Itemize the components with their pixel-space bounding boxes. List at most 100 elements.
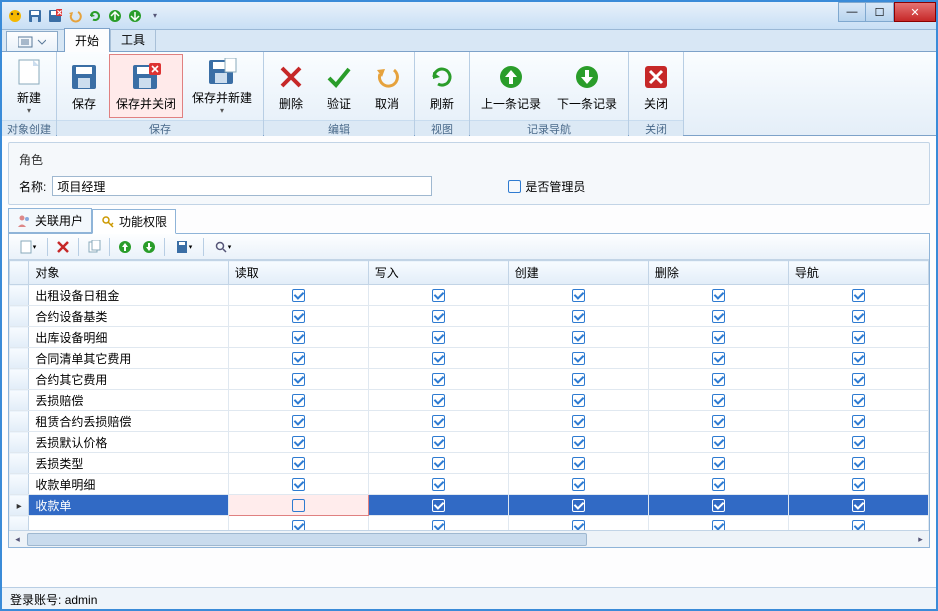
checkbox[interactable]	[852, 394, 865, 407]
checkbox-cell[interactable]	[788, 390, 928, 411]
checkbox-cell[interactable]	[368, 432, 508, 453]
table-row[interactable]: 合约其它费用	[10, 369, 929, 390]
checkbox[interactable]	[292, 457, 305, 470]
delete-button[interactable]: 删除	[268, 54, 314, 118]
checkbox[interactable]	[852, 478, 865, 491]
checkbox-cell[interactable]	[648, 327, 788, 348]
table-row[interactable]: 丢损赔偿	[10, 390, 929, 411]
checkbox-cell[interactable]	[228, 327, 368, 348]
checkbox-cell[interactable]	[648, 369, 788, 390]
table-row[interactable]: 收款单明细	[10, 474, 929, 495]
save-button[interactable]: 保存	[61, 54, 107, 118]
checkbox-cell[interactable]	[508, 390, 648, 411]
checkbox-cell[interactable]	[788, 369, 928, 390]
checkbox[interactable]	[432, 331, 445, 344]
checkbox-cell[interactable]	[508, 474, 648, 495]
checkbox[interactable]	[712, 436, 725, 449]
checkbox-cell[interactable]	[368, 474, 508, 495]
close-button[interactable]: 关闭	[633, 54, 679, 118]
checkbox-cell[interactable]	[788, 411, 928, 432]
window-close-button[interactable]: ✕	[894, 2, 936, 22]
row-selector[interactable]	[10, 495, 29, 516]
checkbox[interactable]	[432, 289, 445, 302]
checkbox[interactable]	[572, 373, 585, 386]
table-row[interactable]: 合同清单其它费用	[10, 348, 929, 369]
table-row[interactable]: 租赁合约丢损赔偿	[10, 411, 929, 432]
checkbox-cell[interactable]	[228, 453, 368, 474]
checkbox-cell[interactable]	[368, 306, 508, 327]
checkbox-cell[interactable]	[228, 369, 368, 390]
row-selector[interactable]	[10, 285, 29, 306]
checkbox-cell[interactable]	[788, 285, 928, 306]
refresh-button[interactable]: 刷新	[419, 54, 465, 118]
checkbox-cell[interactable]	[368, 285, 508, 306]
validate-button[interactable]: 验证	[316, 54, 362, 118]
checkbox-cell[interactable]	[648, 411, 788, 432]
checkbox-cell[interactable]	[368, 495, 508, 516]
checkbox-cell[interactable]	[788, 453, 928, 474]
checkbox[interactable]	[852, 289, 865, 302]
checkbox[interactable]	[572, 436, 585, 449]
checkbox-cell[interactable]	[648, 285, 788, 306]
checkbox[interactable]	[712, 310, 725, 323]
qat-save-icon[interactable]	[26, 7, 44, 25]
toolbar-search-button[interactable]: ▾	[208, 237, 238, 257]
checkbox-cell[interactable]	[788, 327, 928, 348]
checkbox-cell[interactable]	[228, 474, 368, 495]
row-selector[interactable]	[10, 474, 29, 495]
checkbox[interactable]	[432, 457, 445, 470]
checkbox[interactable]	[712, 457, 725, 470]
checkbox[interactable]	[852, 310, 865, 323]
checkbox[interactable]	[292, 394, 305, 407]
checkbox[interactable]	[432, 310, 445, 323]
checkbox[interactable]	[292, 331, 305, 344]
checkbox-cell[interactable]	[508, 348, 648, 369]
qat-next-icon[interactable]	[126, 7, 144, 25]
save-new-button[interactable]: 保存并新建 ▾	[185, 54, 259, 118]
row-selector[interactable]	[10, 348, 29, 369]
row-selector[interactable]	[10, 369, 29, 390]
checkbox[interactable]	[432, 478, 445, 491]
column-header[interactable]: 导航	[788, 261, 928, 285]
qat-undo-icon[interactable]	[66, 7, 84, 25]
checkbox-cell[interactable]	[228, 306, 368, 327]
checkbox-cell[interactable]	[788, 495, 928, 516]
checkbox-cell[interactable]	[648, 432, 788, 453]
checkbox[interactable]	[292, 310, 305, 323]
checkbox[interactable]	[852, 331, 865, 344]
checkbox[interactable]	[852, 352, 865, 365]
checkbox[interactable]	[432, 352, 445, 365]
checkbox[interactable]	[292, 499, 305, 512]
checkbox[interactable]	[432, 373, 445, 386]
checkbox-cell[interactable]	[788, 348, 928, 369]
checkbox[interactable]	[292, 289, 305, 302]
checkbox[interactable]	[852, 457, 865, 470]
horizontal-scrollbar[interactable]: ◂ ▸	[9, 530, 929, 547]
table-row[interactable]	[10, 516, 929, 531]
qat-prev-icon[interactable]	[106, 7, 124, 25]
is-admin-checkbox[interactable]	[508, 180, 521, 193]
checkbox-cell[interactable]	[508, 327, 648, 348]
toolbar-new-button[interactable]: ▾	[13, 237, 43, 257]
file-menu-button[interactable]	[6, 31, 58, 51]
row-selector[interactable]	[10, 390, 29, 411]
checkbox-cell[interactable]	[648, 453, 788, 474]
checkbox[interactable]	[852, 436, 865, 449]
checkbox[interactable]	[432, 415, 445, 428]
row-selector[interactable]	[10, 453, 29, 474]
checkbox[interactable]	[292, 373, 305, 386]
save-close-button[interactable]: 保存并关闭	[109, 54, 183, 118]
checkbox[interactable]	[572, 415, 585, 428]
checkbox-cell[interactable]	[508, 432, 648, 453]
checkbox[interactable]	[712, 289, 725, 302]
checkbox-cell[interactable]	[228, 348, 368, 369]
checkbox-cell[interactable]	[368, 369, 508, 390]
toolbar-delete-button[interactable]	[52, 237, 74, 257]
checkbox-cell[interactable]	[788, 306, 928, 327]
checkbox-cell[interactable]	[508, 285, 648, 306]
checkbox[interactable]	[852, 373, 865, 386]
checkbox-cell[interactable]	[228, 285, 368, 306]
checkbox[interactable]	[292, 436, 305, 449]
toolbar-down-button[interactable]	[138, 237, 160, 257]
column-header[interactable]: 对象	[29, 261, 228, 285]
